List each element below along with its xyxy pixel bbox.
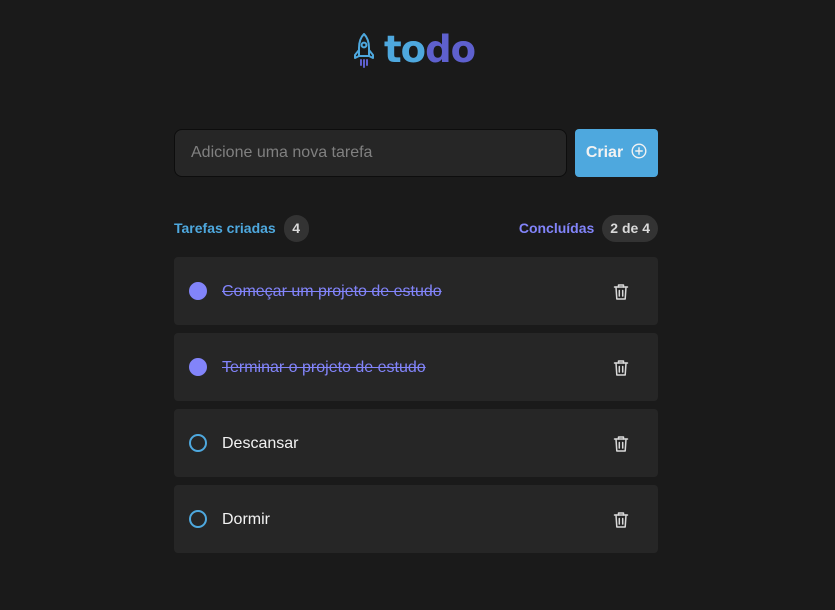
task-text: Descansar	[222, 435, 299, 452]
task-text: Terminar o projeto de estudo	[222, 359, 426, 376]
logo: todo	[352, 28, 476, 72]
logo-text-to: to	[384, 28, 426, 71]
task-item: Começar um projeto de estudo	[174, 257, 658, 325]
done-counter: Concluídas 2 de 4	[518, 214, 658, 242]
create-button[interactable]: Criar	[575, 129, 658, 177]
new-task-input[interactable]	[174, 129, 567, 177]
plus-circle-icon	[631, 142, 647, 164]
delete-task-button[interactable]	[609, 508, 633, 532]
logo-text: todo	[384, 28, 476, 72]
trash-icon	[613, 512, 629, 528]
task-checkbox[interactable]	[189, 510, 207, 528]
todo-app: todo Criar Tarefas criadas 4 Concluídas …	[0, 0, 835, 610]
task-checkbox[interactable]	[189, 434, 207, 452]
rocket-icon	[352, 32, 376, 68]
task-text: Dormir	[222, 511, 270, 528]
task-checkbox-checked[interactable]	[189, 358, 207, 376]
task-list: Começar um projeto de estudo Terminar o …	[174, 257, 658, 561]
create-task-form: Criar	[174, 129, 658, 177]
delete-task-button[interactable]	[609, 432, 633, 456]
create-button-label: Criar	[585, 144, 624, 161]
trash-icon	[613, 436, 629, 452]
delete-task-button[interactable]	[609, 356, 633, 380]
task-checkbox-checked[interactable]	[189, 282, 207, 300]
done-counter-badge: 2 de 4	[602, 214, 658, 242]
created-counter-badge: 4	[283, 214, 309, 242]
task-item: Terminar o projeto de estudo	[174, 333, 658, 401]
trash-icon	[613, 360, 629, 376]
logo-text-do: do	[425, 28, 476, 71]
task-item: Dormir	[174, 485, 658, 553]
trash-icon	[613, 284, 629, 300]
task-counters: Tarefas criadas 4 Concluídas 2 de 4	[174, 214, 658, 242]
task-text: Começar um projeto de estudo	[222, 283, 442, 300]
done-counter-label: Concluídas	[518, 220, 595, 236]
delete-task-button[interactable]	[609, 280, 633, 304]
created-counter: Tarefas criadas 4	[174, 214, 309, 242]
task-item: Descansar	[174, 409, 658, 477]
created-counter-label: Tarefas criadas	[174, 220, 276, 236]
